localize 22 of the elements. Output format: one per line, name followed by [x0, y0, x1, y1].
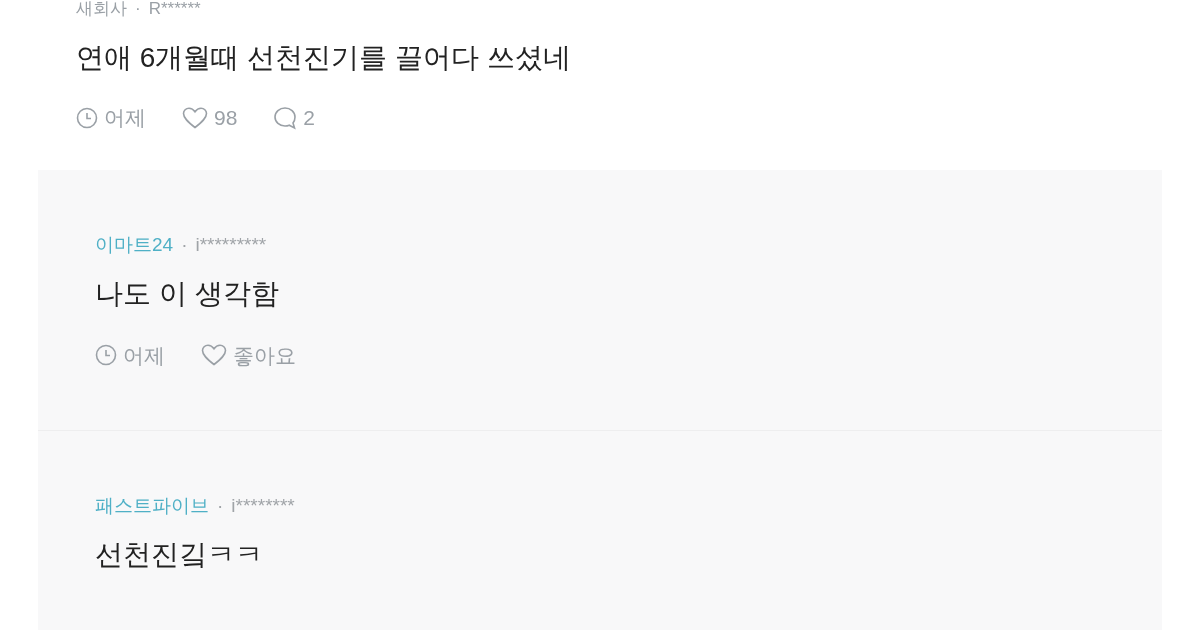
- like-label[interactable]: 좋아요: [233, 339, 296, 371]
- company-name: 새회사: [76, 0, 127, 18]
- username: i*********: [195, 233, 267, 256]
- separator-dot: ·: [217, 494, 224, 517]
- reply-text: 선천진깈ㅋㅋ: [95, 537, 264, 572]
- timestamp: 어제: [123, 342, 165, 369]
- company-name[interactable]: 패스트파이브: [95, 494, 209, 517]
- heart-icon[interactable]: [182, 106, 208, 129]
- separator-dot: ·: [135, 0, 141, 18]
- heart-icon[interactable]: [201, 344, 227, 367]
- reply-text: 나도 이 생각함: [95, 276, 280, 311]
- clock-icon: [95, 344, 117, 367]
- timestamp: 어제: [104, 105, 146, 131]
- comment-bubble-icon[interactable]: [273, 105, 298, 130]
- username: i********: [231, 494, 295, 517]
- separator-dot: ·: [181, 233, 188, 256]
- clock-icon: [76, 106, 98, 129]
- company-name[interactable]: 이마트24: [95, 233, 174, 256]
- like-count: 98: [214, 105, 238, 131]
- comment-text: 연애 6개월때 선천진기를 끌어다 쓰셨네: [76, 41, 572, 75]
- username: R******: [148, 0, 201, 18]
- reply-count: 2: [303, 105, 316, 131]
